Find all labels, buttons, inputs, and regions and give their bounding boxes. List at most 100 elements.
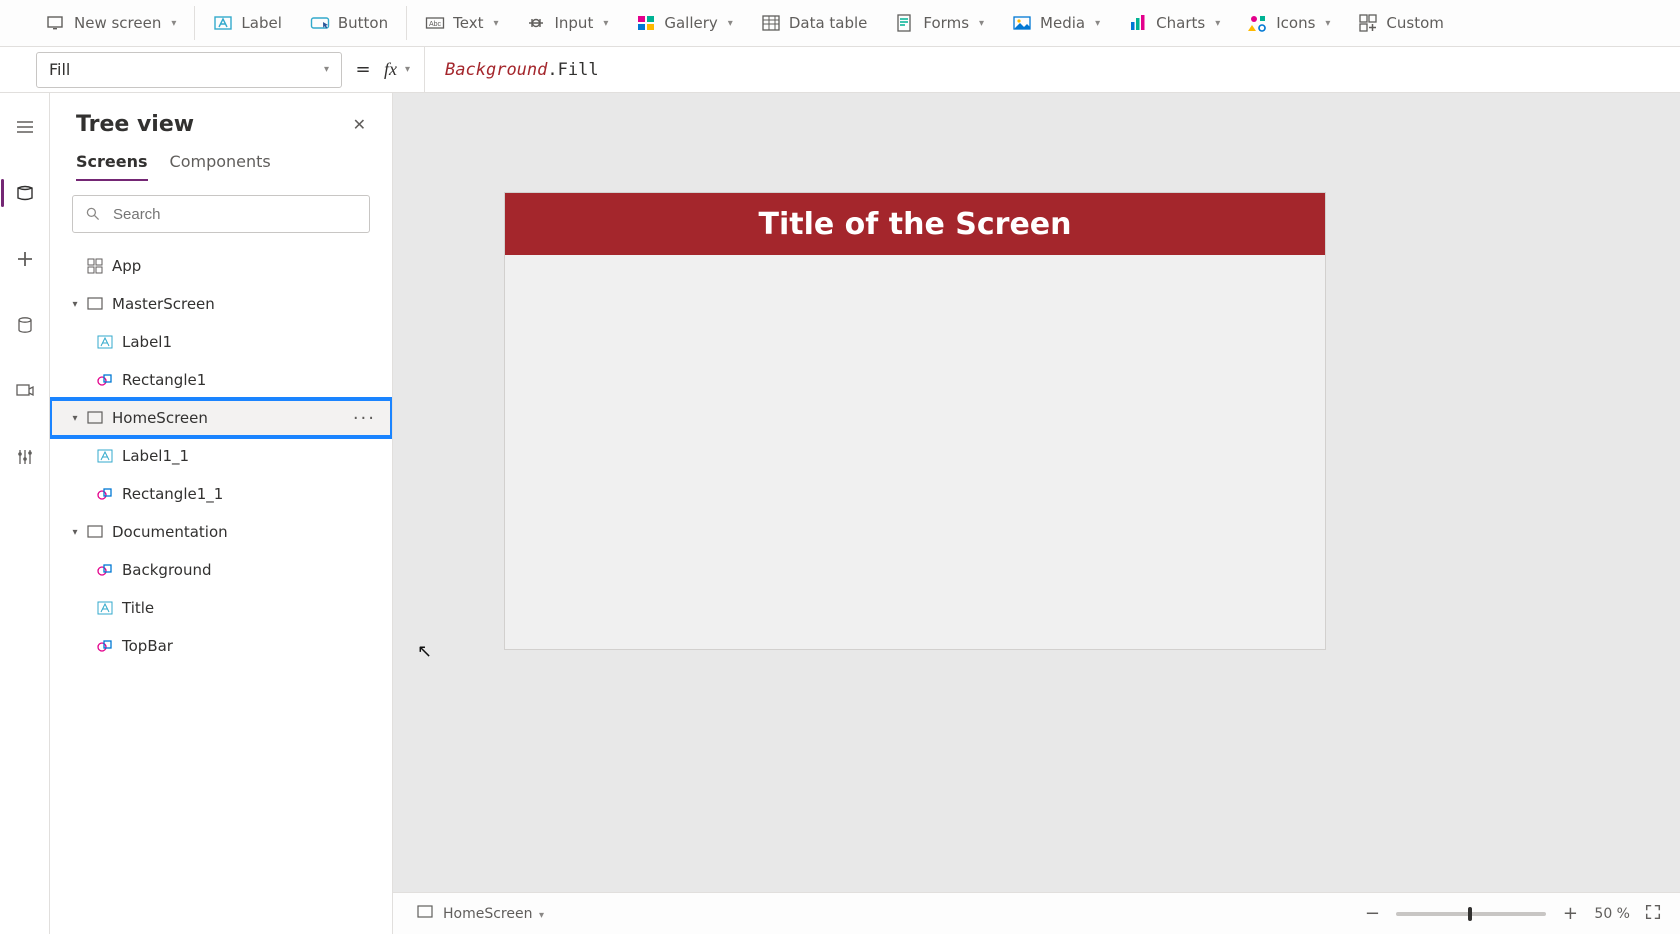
rail-treeview-button[interactable] bbox=[1, 173, 49, 213]
status-bar: HomeScreen ▾ − + 50 % bbox=[393, 892, 1680, 934]
rail-media-button[interactable] bbox=[1, 371, 49, 411]
search-input[interactable] bbox=[111, 205, 357, 224]
insert-ribbon: New screen ▾ Label Button Abc Text ▾ bbox=[0, 0, 1680, 47]
insert-input-button[interactable]: Input ▾ bbox=[512, 0, 622, 46]
tree-label: App bbox=[112, 257, 141, 275]
chevron-down-icon: ▾ bbox=[603, 18, 608, 29]
canvas-header-bar[interactable]: Title of the Screen bbox=[505, 193, 1325, 255]
chevron-down-icon[interactable]: ▾ bbox=[66, 527, 84, 538]
canvas-area[interactable]: Title of the Screen ↖ HomeScreen ▾ − + 5… bbox=[393, 93, 1680, 934]
tree-label: Label1_1 bbox=[122, 447, 189, 465]
tree-node-background[interactable]: Background bbox=[50, 551, 392, 589]
more-icon[interactable]: ··· bbox=[353, 408, 376, 429]
zoom-in-button[interactable]: + bbox=[1560, 903, 1580, 924]
chevron-down-icon: ▾ bbox=[405, 64, 410, 75]
tab-components[interactable]: Components bbox=[170, 152, 271, 181]
button-icon bbox=[310, 13, 330, 33]
tree-label: Rectangle1 bbox=[122, 371, 206, 389]
tree-label: HomeScreen bbox=[112, 409, 208, 427]
shape-icon bbox=[94, 486, 116, 502]
insert-text-button[interactable]: Abc Text ▾ bbox=[411, 0, 512, 46]
rail-data-button[interactable] bbox=[1, 305, 49, 345]
equals-sign: = bbox=[354, 59, 372, 80]
tree-node-label1-1[interactable]: Label1_1 bbox=[50, 437, 392, 475]
status-screen-name: HomeScreen bbox=[443, 906, 532, 922]
new-screen-label: New screen bbox=[74, 14, 161, 32]
tree-node-label1[interactable]: Label1 bbox=[50, 323, 392, 361]
rail-insert-button[interactable] bbox=[1, 239, 49, 279]
insert-datatable-button[interactable]: Data table bbox=[747, 0, 882, 46]
insert-charts-button[interactable]: Charts ▾ bbox=[1114, 0, 1234, 46]
tree-node-topbar[interactable]: TopBar bbox=[50, 627, 392, 665]
close-icon[interactable]: ✕ bbox=[349, 111, 370, 138]
canvas-screen[interactable]: Title of the Screen bbox=[505, 193, 1325, 649]
insert-custom-button[interactable]: Custom bbox=[1344, 0, 1457, 46]
mouse-cursor-icon: ↖ bbox=[417, 641, 432, 662]
rail-hamburger-button[interactable] bbox=[1, 107, 49, 147]
app-icon bbox=[84, 258, 106, 274]
chevron-down-icon: ▾ bbox=[1215, 18, 1220, 29]
input-icon bbox=[526, 13, 546, 33]
pane-tabs: Screens Components bbox=[50, 144, 392, 181]
shape-icon bbox=[94, 562, 116, 578]
canvas-header-title: Title of the Screen bbox=[759, 207, 1072, 242]
search-icon bbox=[85, 206, 101, 222]
tree-node-app[interactable]: App bbox=[50, 247, 392, 285]
data-table-icon bbox=[761, 13, 781, 33]
screen-icon bbox=[84, 524, 106, 540]
insert-button-button[interactable]: Button bbox=[296, 0, 402, 46]
new-screen-button[interactable]: New screen ▾ bbox=[32, 0, 190, 46]
screen-icon bbox=[417, 904, 433, 924]
custom-icon bbox=[1358, 13, 1378, 33]
zoom-slider[interactable] bbox=[1396, 912, 1546, 916]
tree-search[interactable] bbox=[72, 195, 370, 233]
insert-gallery-button[interactable]: Gallery ▾ bbox=[622, 0, 746, 46]
chevron-down-icon: ▾ bbox=[493, 18, 498, 29]
icons-palette-icon bbox=[1248, 13, 1268, 33]
chevron-down-icon: ▾ bbox=[171, 18, 176, 29]
label-icon bbox=[94, 448, 116, 464]
fx-icon: fx bbox=[384, 59, 397, 80]
insert-label-button[interactable]: Label bbox=[199, 0, 295, 46]
tree-label: MasterScreen bbox=[112, 295, 215, 313]
tree-node-title[interactable]: Title bbox=[50, 589, 392, 627]
formula-input[interactable]: Background.Fill bbox=[437, 60, 1680, 80]
chevron-down-icon[interactable]: ▾ bbox=[66, 413, 84, 424]
label-icon bbox=[213, 13, 233, 33]
tab-screens[interactable]: Screens bbox=[76, 152, 148, 181]
chevron-down-icon: ▾ bbox=[979, 18, 984, 29]
tree-node-documentation[interactable]: ▾ Documentation bbox=[50, 513, 392, 551]
tree-node-rectangle1-1[interactable]: Rectangle1_1 bbox=[50, 475, 392, 513]
formula-bar: Fill ▾ = fx ▾ Background.Fill bbox=[0, 47, 1680, 93]
tree-label: Documentation bbox=[112, 523, 228, 541]
zoom-out-button[interactable]: − bbox=[1362, 903, 1382, 924]
screen-icon bbox=[84, 410, 106, 426]
property-name: Fill bbox=[49, 60, 70, 79]
tree-label: Title bbox=[122, 599, 154, 617]
tree-label: Background bbox=[122, 561, 212, 579]
chevron-down-icon[interactable]: ▾ bbox=[66, 299, 84, 310]
rail-advanced-button[interactable] bbox=[1, 437, 49, 477]
tree-label: Label1 bbox=[122, 333, 172, 351]
tree-label: Rectangle1_1 bbox=[122, 485, 223, 503]
text-input-icon: Abc bbox=[425, 13, 445, 33]
tree-node-homescreen[interactable]: ▾ HomeScreen ··· bbox=[50, 399, 392, 437]
insert-icons-button[interactable]: Icons ▾ bbox=[1234, 0, 1344, 46]
chevron-down-icon: ▾ bbox=[1095, 18, 1100, 29]
screen-icon bbox=[84, 296, 106, 312]
property-dropdown[interactable]: Fill ▾ bbox=[36, 52, 342, 88]
insert-media-button[interactable]: Media ▾ bbox=[998, 0, 1114, 46]
tree-label: TopBar bbox=[122, 637, 173, 655]
fx-button[interactable]: fx ▾ bbox=[384, 47, 425, 92]
insert-label-text: Label bbox=[241, 14, 281, 32]
forms-icon bbox=[895, 13, 915, 33]
chevron-down-icon: ▾ bbox=[324, 64, 329, 75]
fit-to-window-button[interactable] bbox=[1644, 903, 1662, 925]
tree-node-masterscreen[interactable]: ▾ MasterScreen bbox=[50, 285, 392, 323]
svg-text:Abc: Abc bbox=[429, 21, 442, 28]
charts-icon bbox=[1128, 13, 1148, 33]
tree-node-rectangle1[interactable]: Rectangle1 bbox=[50, 361, 392, 399]
insert-forms-button[interactable]: Forms ▾ bbox=[881, 0, 998, 46]
status-screen-dropdown[interactable]: HomeScreen ▾ bbox=[443, 906, 544, 922]
left-rail bbox=[0, 93, 50, 934]
